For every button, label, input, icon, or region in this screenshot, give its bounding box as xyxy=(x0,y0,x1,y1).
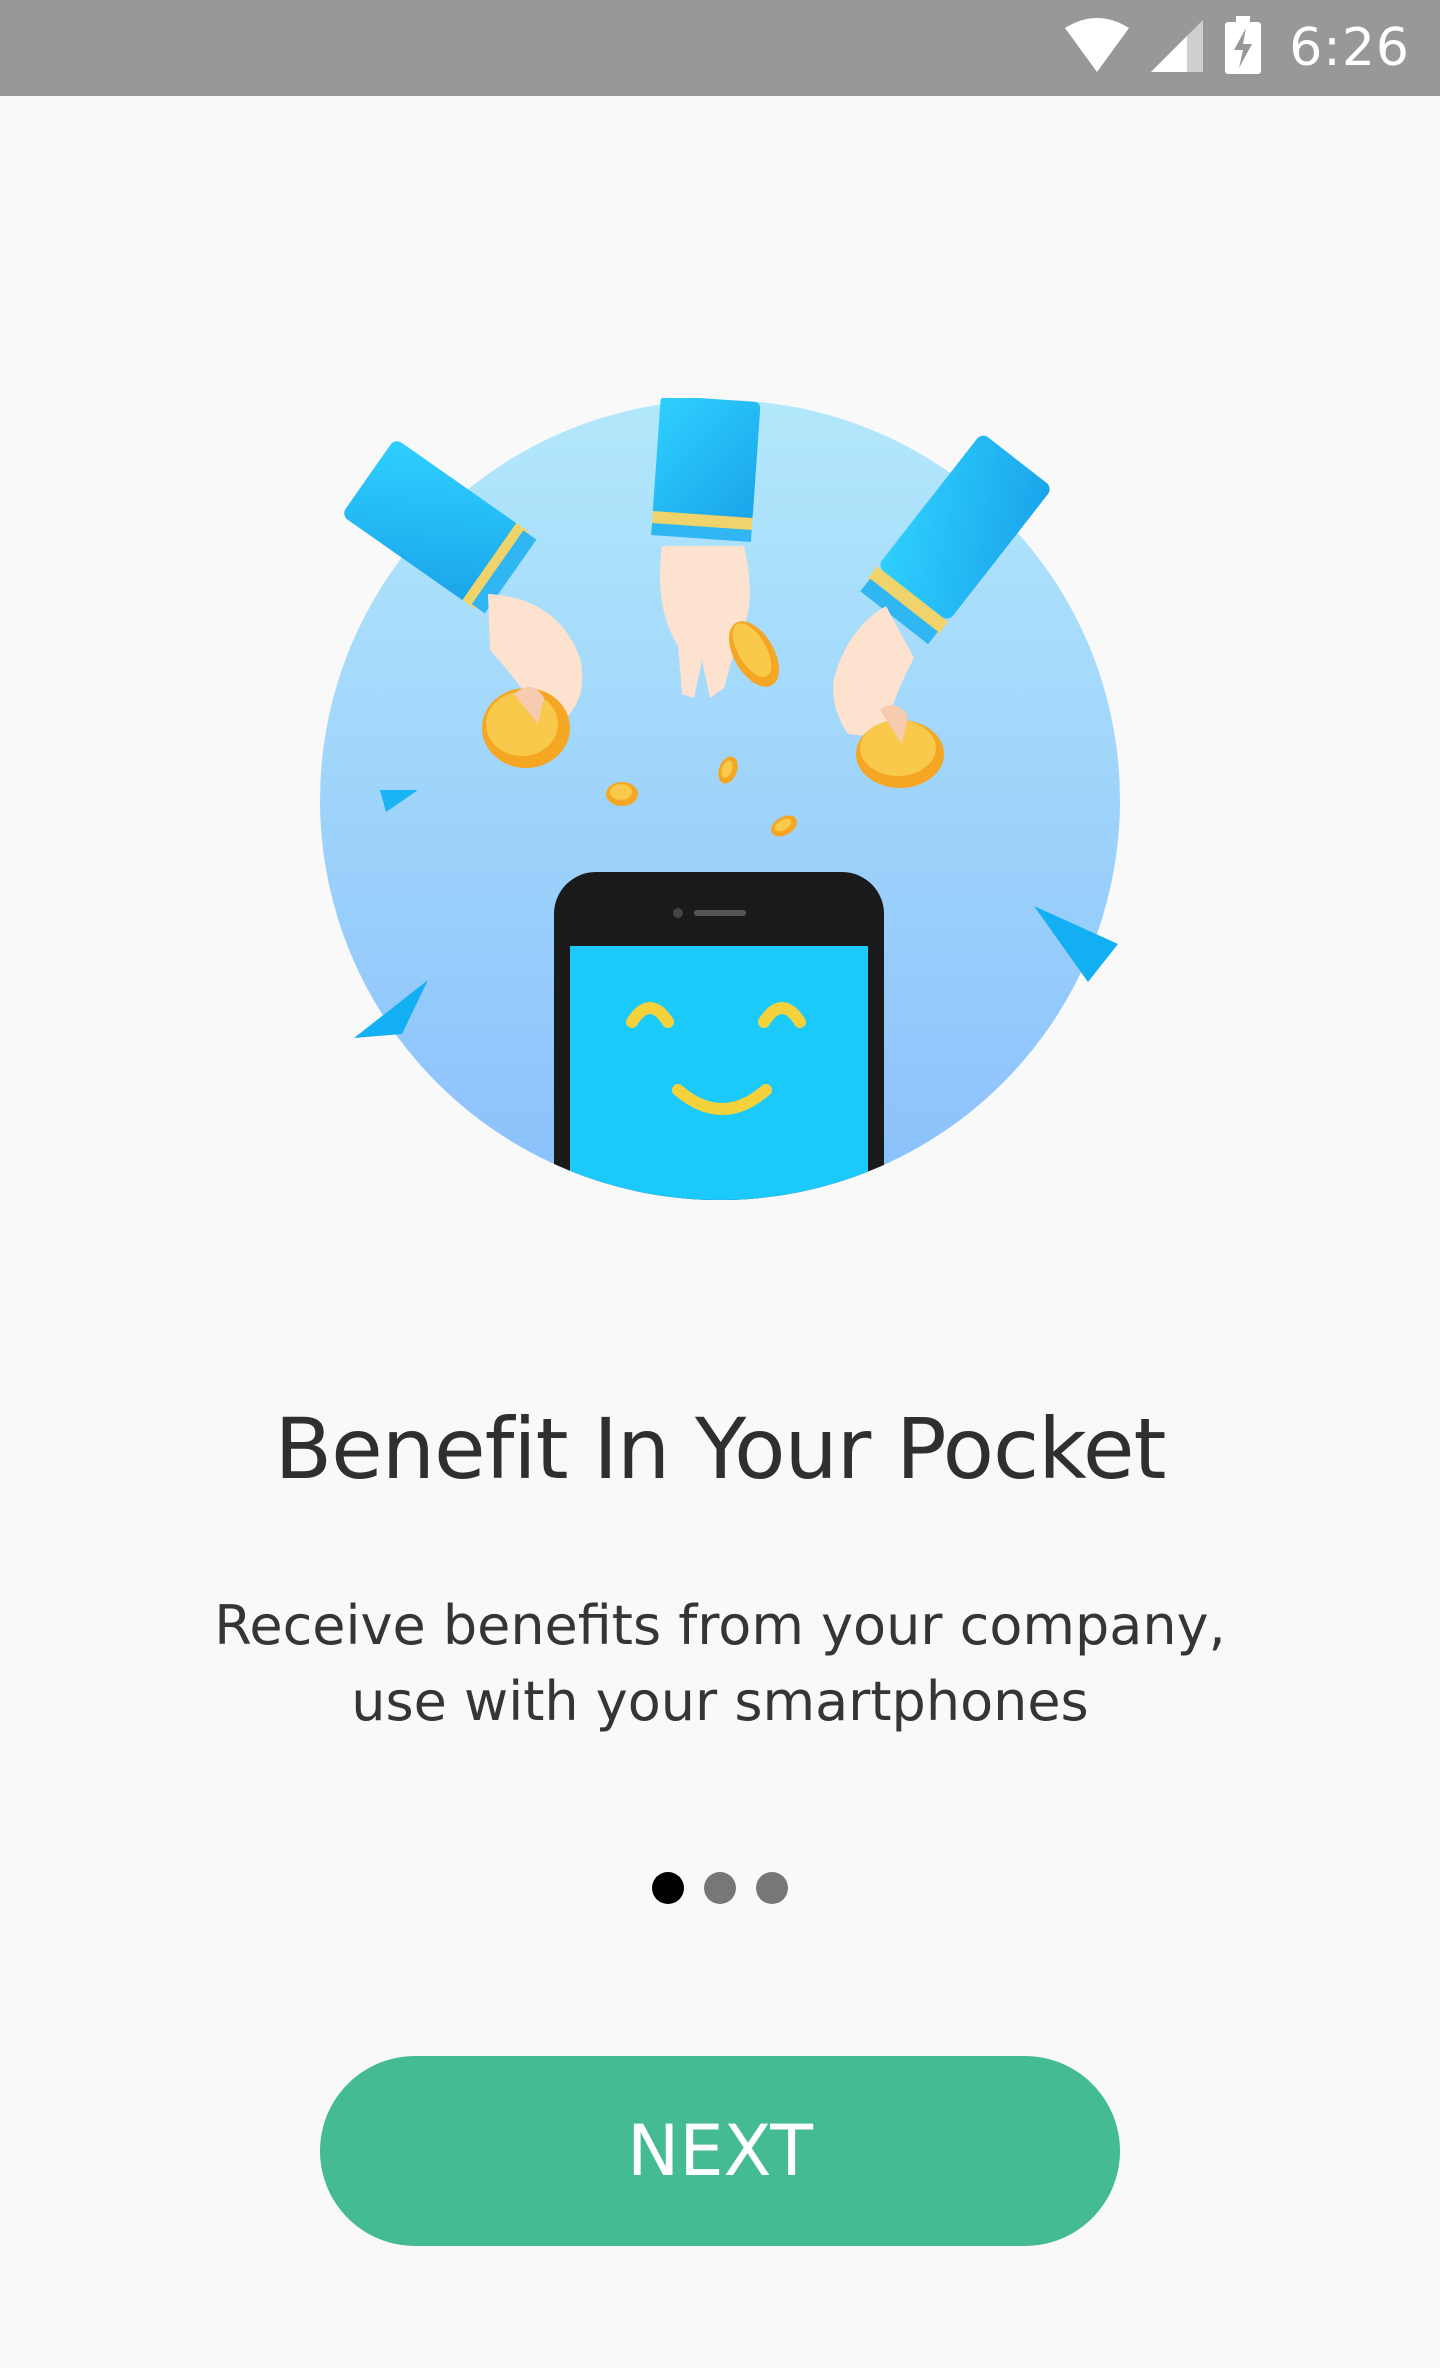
wifi-icon xyxy=(1063,17,1131,79)
smiling-phone-icon xyxy=(554,872,884,1200)
page-dot-1-active[interactable] xyxy=(652,1872,684,1904)
battery-charging-icon xyxy=(1223,15,1263,81)
page-indicator xyxy=(0,1870,1440,1906)
page-subtitle: Receive benefits from your company, use … xyxy=(214,1594,1226,1733)
status-time: 6:26 xyxy=(1289,18,1410,78)
onboarding-illustration xyxy=(318,395,1122,1202)
coin-icon xyxy=(606,782,638,806)
page-dot-3[interactable] xyxy=(756,1872,788,1904)
page-title: Benefit In Your Pocket xyxy=(274,1400,1166,1498)
status-icons: 6:26 xyxy=(1063,0,1410,96)
status-bar: 6:26 xyxy=(0,0,1440,96)
cellular-signal-icon xyxy=(1149,18,1205,79)
page-dot-2[interactable] xyxy=(704,1872,736,1904)
next-button[interactable]: NEXT xyxy=(320,2056,1120,2246)
